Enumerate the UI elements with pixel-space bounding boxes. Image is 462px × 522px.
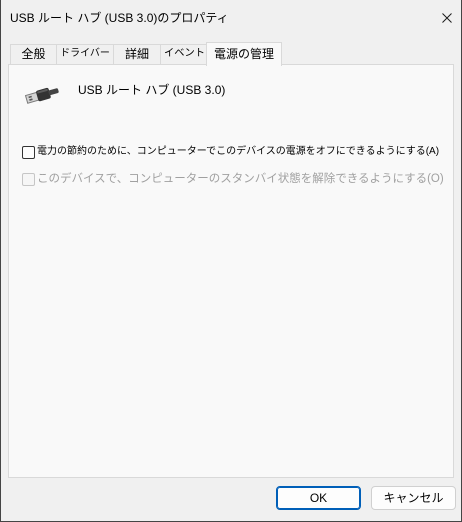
tab-general-label: 全般 [21, 47, 46, 61]
allow-power-off-option[interactable]: 電力の節約のために、コンピューターでこのデバイスの電源をオフにできるようにする(… [22, 144, 447, 160]
window-title: USB ルート ハブ (USB 3.0)のプロパティ [10, 11, 229, 25]
allow-wake-label: このデバイスで、コンピューターのスタンバイ状態を解除できるようにする(O) [37, 173, 444, 185]
tab-details[interactable]: 詳細 [113, 44, 161, 64]
allow-wake-checkbox [22, 173, 35, 186]
tab-details-label: 詳細 [124, 47, 149, 61]
tab-driver[interactable]: ドライバー [56, 44, 114, 64]
ok-button[interactable]: OK [276, 486, 361, 510]
usb-plug-icon [24, 87, 59, 104]
properties-dialog: USB ルート ハブ (USB 3.0)のプロパティ 全般 ドライバー 詳細 イ… [0, 0, 462, 522]
dialog-buttons: OK キャンセル [276, 486, 456, 510]
allow-power-off-checkbox[interactable] [22, 146, 35, 159]
allow-power-off-label[interactable]: 電力の節約のために、コンピューターでこのデバイスの電源をオフにできるようにする(… [37, 144, 447, 160]
cancel-button[interactable]: キャンセル [371, 486, 456, 510]
tab-driver-label: ドライバー [60, 48, 110, 59]
title-bar[interactable]: USB ルート ハブ (USB 3.0)のプロパティ [0, 0, 462, 36]
tab-events[interactable]: イベント [160, 44, 209, 64]
allow-wake-option: このデバイスで、コンピューターのスタンバイ状態を解除できるようにする(O) [22, 171, 447, 187]
tab-general[interactable]: 全般 [10, 44, 57, 64]
tab-power-management[interactable]: 電源の管理 [206, 42, 282, 66]
tab-power-management-label: 電源の管理 [213, 47, 274, 61]
close-button[interactable] [434, 4, 460, 32]
tab-strip: 全般 ドライバー 詳細 イベント 電源の管理 [0, 42, 462, 66]
device-name: USB ルート ハブ (USB 3.0) [78, 83, 226, 97]
tab-events-label: イベント [164, 48, 206, 59]
power-management-panel: USB ルート ハブ (USB 3.0) 電力の節約のために、コンピューターでこ… [8, 64, 454, 478]
close-icon [442, 13, 452, 23]
